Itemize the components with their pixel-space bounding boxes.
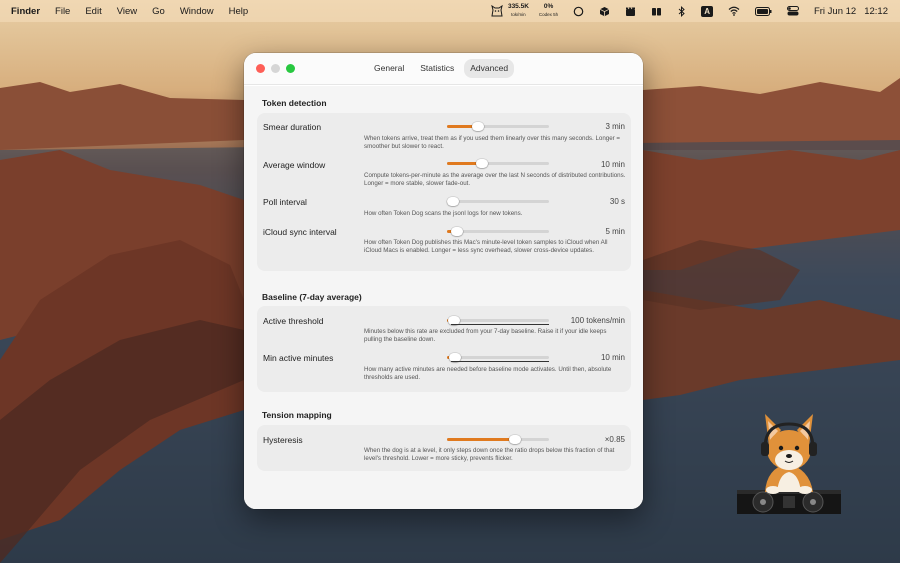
active-threshold-slider[interactable]: [447, 316, 549, 325]
poll-interval-description: How often Token Dog scans the jsonl logs…: [364, 210, 523, 217]
menu-help[interactable]: Help: [229, 6, 249, 17]
hysteresis-value: ×0.85: [604, 435, 625, 444]
cube-icon[interactable]: [599, 0, 610, 22]
menubar-time[interactable]: 12:12: [864, 0, 888, 22]
smear-duration-description: When tokens arrive, treat them as if you…: [364, 135, 621, 150]
book-icon[interactable]: [651, 0, 662, 22]
menu-window[interactable]: Window: [180, 6, 214, 17]
dog-status-icon: [491, 5, 503, 17]
min-active-minutes-label: Min active minutes: [263, 353, 334, 363]
circle-icon[interactable]: [573, 0, 584, 22]
clapperboard-icon[interactable]: [625, 0, 636, 22]
battery-icon[interactable]: [754, 0, 772, 22]
token-rate-value: 335.5K: [507, 3, 529, 10]
slider-knob[interactable]: [451, 227, 464, 236]
codex-percent: 0%: [543, 3, 554, 10]
tab-advanced[interactable]: Advanced: [464, 59, 515, 78]
slider-knob[interactable]: [475, 159, 488, 168]
menu-bar: Finder File Edit View Go Window Help 335…: [0, 0, 900, 22]
token-rate-stat: 335.5K tok/min: [507, 3, 529, 18]
settings-content: Token detection Smear duration 3 min Whe…: [244, 86, 643, 509]
tab-general[interactable]: General: [368, 59, 410, 78]
min-active-minutes-value: 10 min: [600, 353, 625, 362]
control-center-icon[interactable]: [786, 0, 799, 22]
dj-dog-mascot[interactable]: [735, 410, 843, 518]
slider-knob[interactable]: [509, 435, 522, 444]
average-window-value: 10 min: [600, 160, 625, 169]
input-source-icon[interactable]: A: [701, 0, 713, 22]
icloud-sync-interval-label: iCloud sync interval: [263, 227, 337, 237]
active-threshold-label: Active threshold: [263, 316, 324, 326]
wifi-icon[interactable]: [728, 0, 740, 22]
section-title-token-detection: Token detection: [262, 98, 327, 108]
minimize-window-button[interactable]: [271, 64, 280, 73]
codex-stat: 0% Codex 5h: [538, 3, 559, 18]
settings-tabs: General Statistics Advanced: [368, 59, 515, 78]
settings-window: General Statistics Advanced Token detect…: [244, 53, 643, 509]
active-threshold-value: 100 tokens/min: [570, 316, 625, 325]
section-title-tension-mapping: Tension mapping: [262, 410, 332, 420]
codex-label: Codex 5h: [538, 12, 559, 17]
icloud-sync-interval-value: 5 min: [605, 227, 625, 236]
bluetooth-icon[interactable]: [677, 0, 686, 22]
token-dog-status-item[interactable]: 335.5K tok/min 0% Codex 5h: [490, 0, 558, 22]
close-window-button[interactable]: [256, 64, 265, 73]
menu-go[interactable]: Go: [152, 6, 165, 17]
average-window-description: Compute tokens-per-minute as the average…: [364, 172, 626, 187]
zoom-window-button[interactable]: [286, 64, 295, 73]
menu-bar-left: Finder File Edit View Go Window Help: [0, 6, 263, 17]
average-window-label: Average window: [263, 160, 326, 170]
hysteresis-slider[interactable]: [447, 435, 549, 444]
active-threshold-description: Minutes below this rate are excluded fro…: [364, 328, 607, 343]
smear-duration-value: 3 min: [605, 122, 625, 131]
min-active-minutes-description: How many active minutes are needed befor…: [364, 366, 612, 381]
menubar-date[interactable]: Fri Jun 12: [814, 0, 856, 22]
menu-file[interactable]: File: [55, 6, 70, 17]
poll-interval-slider[interactable]: [447, 197, 549, 206]
traffic-lights: [256, 64, 295, 73]
menu-edit[interactable]: Edit: [85, 6, 101, 17]
poll-interval-value: 30 s: [609, 197, 625, 206]
section-title-baseline: Baseline (7-day average): [262, 292, 362, 302]
icloud-sync-interval-description: How often Token Dog publishes this Mac's…: [364, 239, 608, 254]
hysteresis-label: Hysteresis: [263, 435, 303, 445]
window-titlebar: General Statistics Advanced: [244, 53, 643, 85]
slider-knob[interactable]: [447, 197, 459, 206]
average-window-slider[interactable]: [447, 159, 549, 168]
smear-duration-slider[interactable]: [447, 122, 549, 131]
token-rate-unit: tok/min: [511, 12, 526, 17]
smear-duration-label: Smear duration: [263, 122, 322, 132]
input-source-label: A: [701, 5, 713, 17]
slider-knob[interactable]: [471, 122, 484, 131]
menu-app-name[interactable]: Finder: [11, 6, 40, 17]
tab-statistics[interactable]: Statistics: [414, 59, 460, 78]
menu-bar-right: 335.5K tok/min 0% Codex 5h A Fri Jun 12 …: [475, 0, 888, 22]
min-active-minutes-slider[interactable]: [447, 353, 549, 362]
poll-interval-label: Poll interval: [263, 197, 307, 207]
icloud-sync-interval-slider[interactable]: [447, 227, 549, 236]
hysteresis-description: When the dog is at a level, it only step…: [364, 447, 615, 462]
menu-view[interactable]: View: [117, 6, 137, 17]
